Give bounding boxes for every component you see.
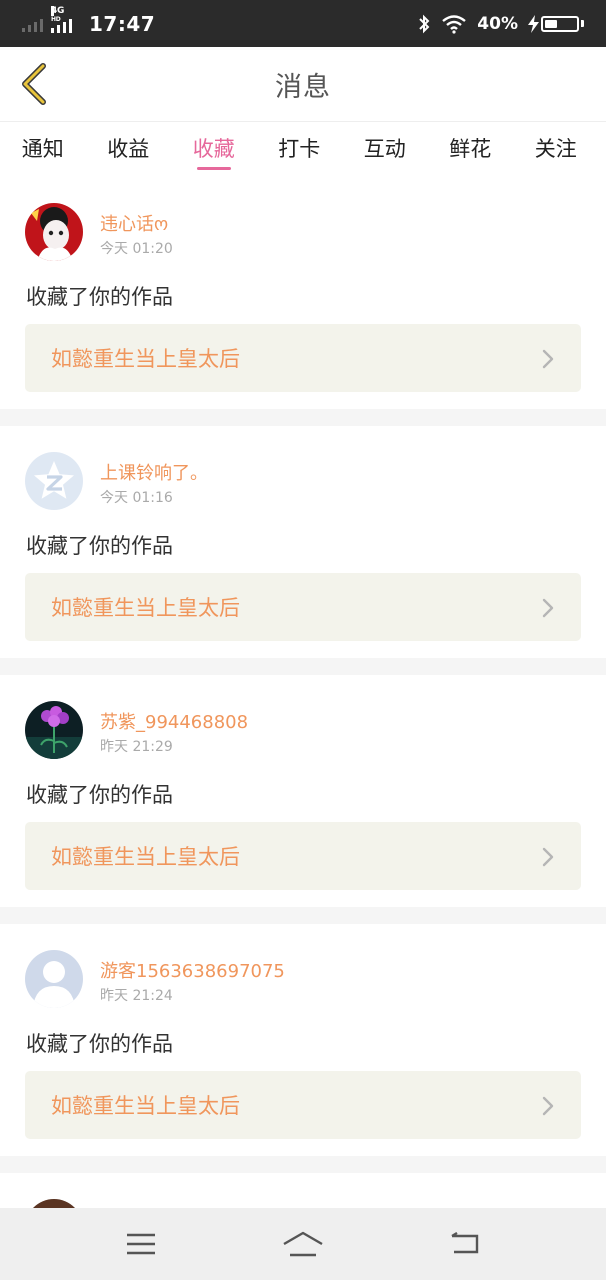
work-title: 如懿重生当上皇太后 [51,845,240,869]
tab-flowers[interactable]: 鲜花 [428,122,514,177]
avatar[interactable] [25,452,83,510]
back-icon [451,1232,479,1254]
tab-earnings[interactable]: 收益 [86,122,172,177]
tab-notifications[interactable]: 通知 [0,122,86,177]
message-card: 上课铃响了。 今天 01:16 收藏了你的作品 如懿重生当上皇太后 [0,426,606,658]
work-link[interactable]: 如懿重生当上皇太后 [25,822,581,890]
message-text: 收藏了你的作品 [26,783,173,807]
avatar[interactable] [25,701,83,759]
work-title: 如懿重生当上皇太后 [51,1094,240,1118]
message-card: 游客1563638697075 昨天 21:24 收藏了你的作品 如懿重生当上皇… [0,924,606,1156]
message-text: 收藏了你的作品 [26,1032,173,1056]
chevron-right-icon [542,349,554,369]
message-text: 收藏了你的作品 [26,534,173,558]
work-link[interactable]: 如懿重生当上皇太后 [25,324,581,392]
back-nav-button[interactable] [430,1214,500,1274]
avatar[interactable] [25,203,83,261]
menu-icon [127,1233,155,1255]
tab-favorites[interactable]: 收藏 [171,122,257,177]
chevron-left-icon [22,63,46,105]
chevron-right-icon [542,1096,554,1116]
work-title: 如懿重生当上皇太后 [51,596,240,620]
back-button[interactable] [14,61,54,107]
page-header: 消息 [0,47,606,121]
work-link[interactable]: 如懿重生当上皇太后 [25,1071,581,1139]
message-text: 收藏了你的作品 [26,285,173,309]
page-title: 消息 [275,71,331,103]
user-name[interactable]: 游客1563638697075 [100,957,285,983]
chevron-right-icon [542,847,554,867]
message-time: 昨天 21:24 [100,988,173,1004]
user-name[interactable]: 上课铃响了。 [100,459,208,485]
status-bar: 4G HD 17:47 40% [0,0,606,47]
status-time: 17:47 [89,11,156,36]
tab-bar: 通知 收益 收藏 打卡 互动 鲜花 关注 [0,121,606,177]
home-button[interactable] [268,1214,338,1274]
user-name[interactable]: 违心话ო [100,210,168,236]
battery-percent: 40% [477,13,518,34]
user-name[interactable]: 苏紫_994468808 [100,708,248,734]
avatar[interactable] [25,950,83,1008]
message-card: 违心话ო 今天 01:20 收藏了你的作品 如懿重生当上皇太后 [0,177,606,409]
menu-button[interactable] [106,1214,176,1274]
tab-interactions[interactable]: 互动 [342,122,428,177]
charging-icon [528,14,539,33]
home-icon [283,1231,323,1257]
system-nav-bar [0,1208,606,1280]
signal-icon: 4G HD [51,5,77,33]
tab-following[interactable]: 关注 [513,122,599,177]
work-link[interactable]: 如懿重生当上皇太后 [25,573,581,641]
chevron-right-icon [542,598,554,618]
wifi-icon [442,14,467,34]
tab-checkin[interactable]: 打卡 [257,122,343,177]
message-list: 违心话ო 今天 01:20 收藏了你的作品 如懿重生当上皇太后 上课铃响了。 今… [0,177,606,1273]
message-card: 苏紫_994468808 昨天 21:29 收藏了你的作品 如懿重生当上皇太后 [0,675,606,907]
message-time: 今天 01:20 [100,241,173,257]
battery-icon [528,14,584,33]
message-time: 昨天 21:29 [100,739,173,755]
signal-icon [22,16,43,32]
bluetooth-icon [419,14,430,33]
message-time: 今天 01:16 [100,490,173,506]
work-title: 如懿重生当上皇太后 [51,347,240,371]
